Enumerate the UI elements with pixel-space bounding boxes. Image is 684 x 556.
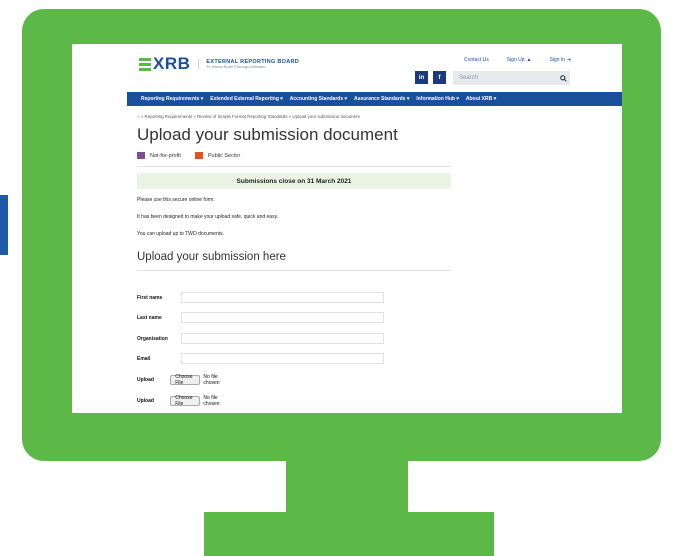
logo-bars-icon	[139, 57, 151, 72]
thumbs-up-icon: ▲	[526, 57, 532, 63]
sign-in-link[interactable]: Sign In ➜	[549, 57, 571, 63]
contact-us-link[interactable]: Contact Us	[464, 57, 489, 63]
organisation-field[interactable]	[181, 333, 384, 344]
divider	[137, 166, 451, 167]
file-status: No file chosen	[203, 395, 220, 407]
logo-subtitle: Te Kāwai Ārahi Pūrongo Mōwaho	[206, 63, 266, 69]
sign-up-link[interactable]: Sign Up ▲	[507, 57, 532, 63]
monitor-base	[204, 512, 494, 556]
first-name-row: First name	[137, 292, 384, 303]
organisation-label: Organisation	[137, 335, 168, 342]
intro-paragraph-2: It has been designed to make your upload…	[137, 214, 279, 220]
file-status: No file chosen	[203, 374, 220, 386]
linkedin-button[interactable]: in	[415, 71, 428, 84]
breadcrumb[interactable]: ⌂ » Reporting Requirements » Review of S…	[137, 114, 467, 119]
first-name-label: First name	[137, 294, 163, 301]
xrb-logo[interactable]: XRB EXTERNAL REPORTING BOARD Te Kāwai Ār…	[139, 54, 299, 74]
sign-in-icon: ➜	[567, 57, 572, 63]
search-input[interactable]: Search	[453, 71, 570, 85]
choose-file-button[interactable]: Choose File	[170, 374, 201, 386]
choose-file-button[interactable]: Choose File	[170, 395, 201, 407]
upload-row-2: Upload Choose File No file chosen	[137, 395, 227, 407]
email-label: Email	[137, 355, 151, 362]
top-links: Contact Us Sign Up ▲ Sign In ➜	[464, 57, 571, 63]
divider	[137, 270, 451, 271]
section-title: Upload your submission here	[137, 251, 286, 263]
facebook-button[interactable]: f	[433, 71, 446, 84]
organisation-row: Organisation	[137, 333, 384, 344]
nav-information-hub[interactable]: Information Hub ▾	[416, 96, 459, 102]
last-name-row: Last name	[137, 312, 384, 323]
sector-legend: Not-for-profit Public Sector	[137, 152, 467, 159]
intro-paragraph-1: Please use this secure online form.	[137, 197, 215, 203]
first-name-field[interactable]	[181, 292, 384, 303]
side-accent-tab	[0, 195, 8, 255]
upload-label: Upload	[137, 398, 154, 404]
email-field[interactable]	[181, 353, 384, 364]
page-title: Upload your submission document	[137, 125, 398, 144]
deadline-banner: Submissions close on 31 March 2021	[137, 173, 451, 189]
search-placeholder: Search	[459, 75, 479, 81]
nav-extended-external-reporting[interactable]: Extended External Reporting ▾	[210, 96, 283, 102]
not-for-profit-label: Not-for-profit	[150, 152, 181, 159]
nav-assurance-standards[interactable]: Assurance Standards ▾	[354, 96, 409, 102]
nav-reporting-requirements[interactable]: Reporting Requirements ▾	[141, 96, 203, 102]
nav-about-xrb[interactable]: About XRB ▾	[466, 96, 496, 102]
last-name-label: Last name	[137, 314, 162, 321]
search-icon[interactable]	[556, 71, 570, 85]
upload-label: Upload	[137, 377, 154, 383]
monitor-screen: XRB EXTERNAL REPORTING BOARD Te Kāwai Ār…	[72, 44, 622, 413]
main-content: ⌂ » Reporting Requirements » Review of S…	[137, 114, 467, 271]
public-sector-label: Public Sector	[207, 152, 241, 159]
site-header: XRB EXTERNAL REPORTING BOARD Te Kāwai Ār…	[72, 44, 622, 92]
logo-mark-text: XRB	[153, 54, 191, 73]
monitor-neck	[286, 458, 408, 518]
last-name-field[interactable]	[181, 312, 384, 323]
intro-paragraph-3: You can upload up to TWO documents.	[137, 231, 224, 237]
upload-row-1: Upload Choose File No file chosen	[137, 374, 227, 386]
main-nav: Reporting Requirements ▾ Extended Extern…	[127, 92, 622, 106]
email-row: Email	[137, 353, 384, 364]
nav-accounting-standards[interactable]: Accounting Standards ▾	[290, 96, 347, 102]
not-for-profit-swatch	[137, 152, 145, 159]
public-sector-swatch	[194, 152, 203, 159]
